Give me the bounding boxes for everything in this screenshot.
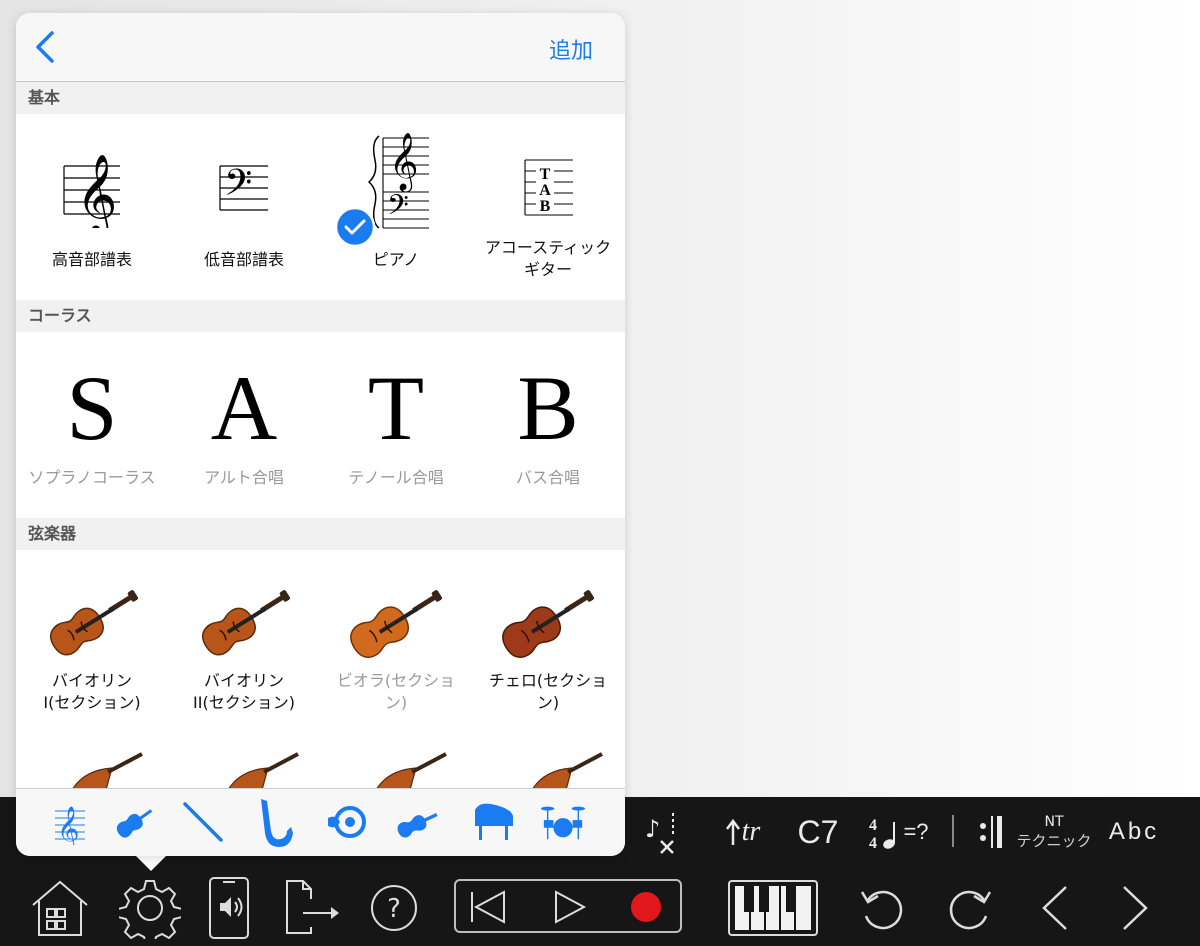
svg-text:B: B	[540, 198, 551, 215]
selected-check-icon	[334, 206, 376, 248]
home-icon[interactable]	[28, 873, 92, 943]
violin-icon	[16, 580, 168, 664]
technique-bottom-label: テクニック	[1016, 831, 1092, 850]
instrument-acoustic-guitar[interactable]: TAB アコースティック ギター	[472, 114, 624, 300]
tab-staff-icon: TAB	[472, 154, 624, 224]
item-label: バス合唱	[515, 468, 580, 487]
help-icon[interactable]: ?	[362, 873, 426, 943]
rewind-icon[interactable]	[466, 889, 510, 929]
tab-saxophone-icon[interactable]	[250, 799, 296, 847]
tempo-suffix: =?	[903, 819, 929, 844]
item-label: ビオラ(セクショ ン)	[336, 671, 456, 712]
svg-text:?: ?	[387, 894, 401, 924]
section-basic: 𝄞 高音部譜表 𝄢 低音部譜表 𝄞 𝄢 ピアノ T A B アコースティック ギ…	[16, 114, 625, 300]
item-label: ピアノ	[372, 250, 420, 269]
section-header-basic: 基本	[16, 82, 625, 114]
soprano-letter-icon: S	[66, 357, 118, 459]
audio-device-icon[interactable]	[202, 873, 256, 943]
alto-letter-icon: A	[210, 357, 278, 459]
next-row-instruments	[16, 750, 625, 788]
instrument-soprano-chorus[interactable]: S ソプラノコーラス	[16, 332, 168, 518]
repeat-barline-icon[interactable]	[972, 797, 1008, 867]
svg-text:𝄢: 𝄢	[387, 189, 409, 229]
svg-text:T: T	[540, 166, 551, 183]
settings-gear-icon[interactable]	[118, 873, 182, 943]
next-icon[interactable]	[1110, 873, 1160, 943]
instrument-tenor-chorus[interactable]: T テノール合唱	[320, 332, 472, 518]
instrument-viola[interactable]: ビオラ(セクショ ン)	[320, 550, 472, 730]
play-icon[interactable]	[552, 889, 588, 929]
section-header-chorus: コーラス	[16, 300, 625, 332]
svg-text:𝄢: 𝄢	[224, 162, 252, 213]
record-icon[interactable]	[630, 891, 662, 927]
bass-letter-icon: B	[517, 357, 579, 459]
bass-clef-staff-icon: 𝄢	[168, 158, 320, 218]
keyboard-icon[interactable]	[726, 873, 820, 943]
tab-french-horn-icon[interactable]	[324, 799, 370, 845]
svg-text:4: 4	[869, 817, 877, 834]
cello-icon	[472, 578, 624, 666]
trill-label: tr	[741, 816, 761, 847]
redo-icon[interactable]	[940, 873, 1000, 943]
item-label: バイオリン I(セクション)	[43, 671, 141, 712]
instrument-list[interactable]: 基本 𝄞 高音部譜表 𝄢 低音部譜表 𝄞 𝄢 ピアノ T A B アコースティッ…	[16, 82, 625, 788]
rest-delete-icon[interactable]: ♪	[636, 797, 686, 867]
item-label: チェロ(セクショ ン)	[488, 671, 608, 712]
technique-top-label: NT	[1044, 813, 1064, 830]
item-label: アルト合唱	[204, 468, 284, 487]
trill-button[interactable]: tr	[714, 797, 770, 867]
item-label: バイオリン II(セクション)	[193, 671, 295, 712]
instrument-violin-1[interactable]: バイオリン I(セクション)	[16, 550, 168, 730]
transport-group	[454, 879, 682, 933]
tempo-button[interactable]: 4 4 =?	[860, 797, 936, 867]
item-label: 高音部譜表	[51, 250, 132, 269]
export-icon[interactable]	[280, 873, 344, 943]
category-tab-bar: 𝄞	[16, 788, 625, 856]
instrument-violin-2[interactable]: バイオリン II(セクション)	[168, 550, 320, 730]
back-chevron-icon[interactable]	[30, 29, 66, 65]
instrument-cello[interactable]: チェロ(セクショ ン)	[472, 550, 624, 730]
section-header-strings: 弦楽器	[16, 518, 625, 550]
section-strings: バイオリン I(セクション) バイオリン II(セクション) ビオラ(セクショ …	[16, 550, 625, 788]
instrument-piano[interactable]: 𝄞 𝄢 ピアノ	[320, 114, 472, 300]
tab-flute-icon[interactable]	[180, 799, 226, 845]
svg-text:A: A	[539, 182, 551, 199]
instrument-bass-staff[interactable]: 𝄢 低音部譜表	[168, 114, 320, 300]
item-label: アコースティック ギター	[484, 238, 612, 279]
tab-piano-icon[interactable]	[470, 799, 516, 845]
tab-guitar-icon[interactable]	[394, 799, 440, 845]
svg-text:𝄞: 𝄞	[76, 153, 117, 228]
add-button[interactable]: 追加	[549, 33, 593, 65]
svg-text:♪: ♪	[645, 815, 660, 843]
tab-violin-icon[interactable]	[112, 799, 158, 845]
toolbar-divider	[952, 815, 954, 847]
tab-drums-icon[interactable]	[540, 799, 586, 845]
svg-text:𝄞: 𝄞	[389, 132, 419, 193]
tab-treble-clef-icon[interactable]: 𝄞	[44, 799, 90, 845]
undo-icon[interactable]	[852, 873, 912, 943]
chord-button[interactable]: C7	[790, 797, 846, 867]
item-label: 低音部譜表	[203, 250, 284, 269]
violin-icon	[168, 580, 320, 664]
instrument-picker-popup: 追加 基本 𝄞 高音部譜表 𝄢 低音部譜表 𝄞 𝄢 ピアノ T A B アコース…	[16, 13, 625, 856]
item-label: テノール合唱	[348, 468, 444, 487]
previous-icon[interactable]	[1030, 873, 1080, 943]
section-chorus: S ソプラノコーラス A アルト合唱 T テノール合唱 B バス合唱	[16, 332, 625, 518]
lyrics-button[interactable]: Abc	[1102, 797, 1166, 867]
popup-arrow	[135, 855, 167, 871]
item-label: ソプラノコーラス	[28, 468, 156, 487]
svg-text:4: 4	[869, 835, 877, 852]
tenor-letter-icon: T	[367, 357, 425, 459]
instrument-bass-chorus[interactable]: B バス合唱	[472, 332, 624, 518]
instrument-treble-staff[interactable]: 𝄞 高音部譜表	[16, 114, 168, 300]
viola-icon	[320, 578, 472, 666]
popup-navbar: 追加	[16, 13, 625, 82]
svg-text:𝄞: 𝄞	[57, 806, 79, 845]
instrument-alto-chorus[interactable]: A アルト合唱	[168, 332, 320, 518]
treble-clef-staff-icon: 𝄞	[16, 148, 168, 228]
technique-button[interactable]: NT テクニック	[1014, 797, 1094, 867]
